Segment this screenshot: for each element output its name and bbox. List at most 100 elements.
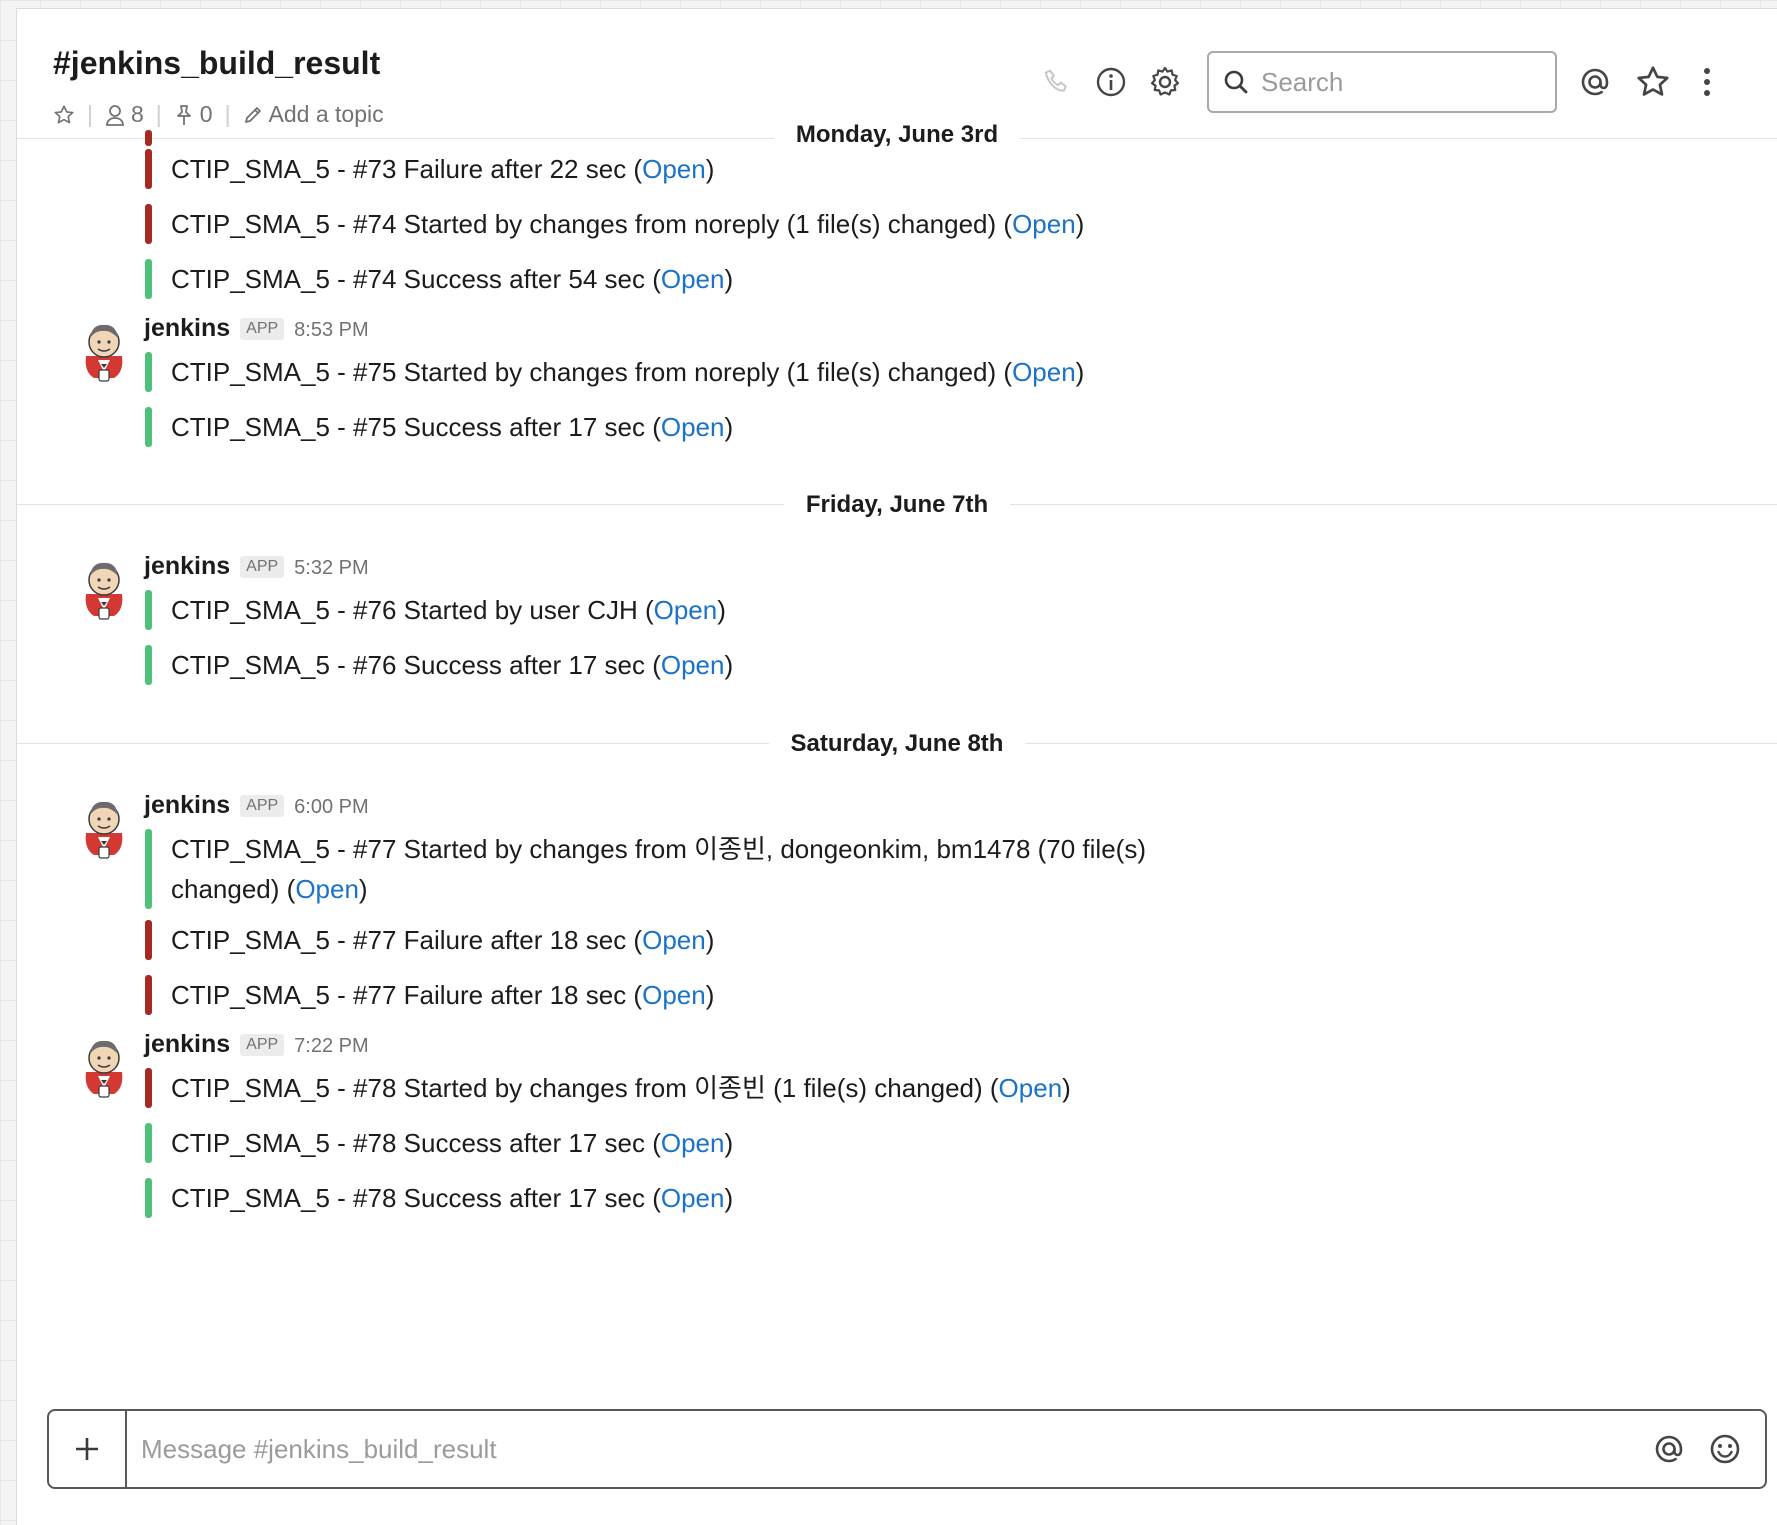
status-bar	[145, 590, 152, 630]
jenkins-butler-icon	[85, 562, 123, 620]
more-vertical-icon	[1704, 68, 1710, 96]
open-link[interactable]: Open	[661, 650, 725, 680]
attachment-text: CTIP_SMA_5 - #78 Success after 17 sec (	[171, 1183, 661, 1213]
day-divider-label: Monday, June 3rd	[17, 121, 1777, 149]
message-list: Monday, June 3rd CTIP_SMA_5 - #73 Failur…	[17, 121, 1777, 1525]
mentions-button[interactable]	[1575, 62, 1615, 102]
mention-button[interactable]	[1645, 1425, 1693, 1473]
status-bar	[145, 204, 152, 244]
search-box[interactable]	[1207, 51, 1557, 113]
status-bar	[145, 352, 152, 392]
message-header: jenkins APP 5:32 PM	[144, 552, 369, 581]
more-options-button[interactable]	[1687, 62, 1727, 102]
open-link[interactable]: Open	[661, 1128, 725, 1158]
build-attachment: CTIP_SMA_5 - #78 Success after 17 sec (O…	[145, 1123, 733, 1163]
info-icon	[1096, 67, 1126, 97]
open-link[interactable]: Open	[642, 154, 706, 184]
timestamp[interactable]: 8:53 PM	[294, 319, 368, 342]
attachment-text: CTIP_SMA_5 - #76 Success after 17 sec (	[171, 650, 661, 680]
day-divider-label: Friday, June 7th	[17, 491, 1777, 519]
jenkins-avatar[interactable]	[80, 320, 128, 382]
attachment-text: CTIP_SMA_5 - #77 Failure after 18 sec (	[171, 925, 643, 955]
day-label-text: Saturday, June 8th	[768, 730, 1026, 757]
status-bar	[145, 1178, 152, 1218]
channel-title[interactable]: #jenkins_build_result	[53, 45, 380, 82]
open-link[interactable]: Open	[642, 925, 706, 955]
app-badge: APP	[240, 318, 285, 340]
channel-header: #jenkins_build_result | 8 | 0 | Add a to…	[17, 9, 1777, 139]
jenkins-avatar[interactable]	[80, 558, 128, 620]
status-bar	[145, 1123, 152, 1163]
day-label-text: Monday, June 3rd	[773, 121, 1021, 148]
message-header: jenkins APP 6:00 PM	[144, 791, 369, 820]
build-attachment: CTIP_SMA_5 - #78 Success after 17 sec (O…	[145, 1178, 733, 1218]
open-link[interactable]: Open	[661, 1183, 725, 1213]
author-name[interactable]: jenkins	[144, 552, 230, 581]
jenkins-butler-icon	[85, 801, 123, 859]
search-input[interactable]	[1261, 66, 1521, 98]
attachment-text: CTIP_SMA_5 - #78 Success after 17 sec (	[171, 1128, 661, 1158]
status-bar	[145, 407, 152, 447]
attachment-text: CTIP_SMA_5 - #75 Success after 17 sec (	[171, 412, 661, 442]
starred-items-button[interactable]	[1633, 62, 1673, 102]
status-bar	[145, 259, 152, 299]
gear-icon	[1150, 66, 1180, 96]
channel-settings-button[interactable]	[1145, 62, 1185, 102]
app-badge: APP	[240, 1034, 285, 1056]
open-link[interactable]: Open	[999, 1073, 1063, 1103]
open-link[interactable]: Open	[642, 980, 706, 1010]
call-button[interactable]	[1037, 62, 1077, 102]
jenkins-butler-icon	[85, 324, 123, 382]
at-sign-icon	[1581, 68, 1609, 96]
attachment-text-continued: changed) (	[171, 874, 296, 904]
build-attachment: CTIP_SMA_5 - #74 Success after 54 sec (O…	[145, 259, 733, 299]
attachment-text: CTIP_SMA_5 - #73 Failure after 22 sec (	[171, 154, 643, 184]
build-attachment: CTIP_SMA_5 - #76 Started by user CJH (Op…	[145, 590, 726, 630]
build-attachment: CTIP_SMA_5 - #76 Success after 17 sec (O…	[145, 645, 733, 685]
open-link[interactable]: Open	[654, 595, 718, 625]
attachment-text: CTIP_SMA_5 - #74 Success after 54 sec (	[171, 264, 661, 294]
timestamp[interactable]: 6:00 PM	[294, 796, 368, 819]
open-link[interactable]: Open	[1012, 357, 1076, 387]
build-attachment: CTIP_SMA_5 - #73 Failure after 22 sec (O…	[145, 149, 714, 189]
attachment-text: CTIP_SMA_5 - #74 Started by changes from…	[171, 209, 1013, 239]
open-link[interactable]: Open	[1012, 209, 1076, 239]
attachment-text: CTIP_SMA_5 - #76 Started by user CJH (	[171, 595, 654, 625]
attachment-text: CTIP_SMA_5 - #77 Failure after 18 sec (	[171, 980, 643, 1010]
open-link[interactable]: Open	[661, 264, 725, 294]
build-attachment: CTIP_SMA_5 - #75 Success after 17 sec (O…	[145, 407, 733, 447]
day-label-text: Friday, June 7th	[783, 491, 1011, 518]
day-divider-label: Saturday, June 8th	[17, 730, 1777, 758]
author-name[interactable]: jenkins	[144, 791, 230, 820]
build-attachment: CTIP_SMA_5 - #75 Started by changes from…	[145, 352, 1084, 392]
build-attachment: CTIP_SMA_5 - #77 Failure after 18 sec (O…	[145, 920, 714, 960]
emoji-button[interactable]	[1701, 1425, 1749, 1473]
author-name[interactable]: jenkins	[144, 1030, 230, 1059]
timestamp[interactable]: 5:32 PM	[294, 557, 368, 580]
message-input[interactable]	[127, 1411, 1645, 1487]
add-attachment-button[interactable]	[49, 1411, 127, 1487]
jenkins-avatar[interactable]	[80, 797, 128, 859]
attachment-text: CTIP_SMA_5 - #75 Started by changes from…	[171, 357, 1013, 387]
status-bar	[145, 1068, 152, 1108]
channel-details-button[interactable]	[1091, 62, 1131, 102]
jenkins-avatar[interactable]	[80, 1036, 128, 1098]
message-header: jenkins APP 8:53 PM	[144, 314, 369, 343]
build-attachment: CTIP_SMA_5 - #74 Started by changes from…	[145, 204, 1084, 244]
at-sign-icon	[1655, 1435, 1683, 1463]
status-bar	[145, 149, 152, 189]
status-bar	[145, 645, 152, 685]
phone-icon	[1044, 69, 1067, 92]
attachment-text: CTIP_SMA_5 - #78 Started by changes from…	[171, 1073, 999, 1103]
open-link[interactable]: Open	[661, 412, 725, 442]
header-toolbar	[1037, 51, 1727, 113]
app-badge: APP	[240, 795, 285, 817]
open-link[interactable]: Open	[295, 874, 359, 904]
message-header: jenkins APP 7:22 PM	[144, 1030, 369, 1059]
search-icon	[1224, 70, 1248, 94]
message-composer	[47, 1409, 1767, 1489]
timestamp[interactable]: 7:22 PM	[294, 1035, 368, 1058]
author-name[interactable]: jenkins	[144, 314, 230, 343]
jenkins-butler-icon	[85, 1040, 123, 1098]
app-badge: APP	[240, 556, 285, 578]
